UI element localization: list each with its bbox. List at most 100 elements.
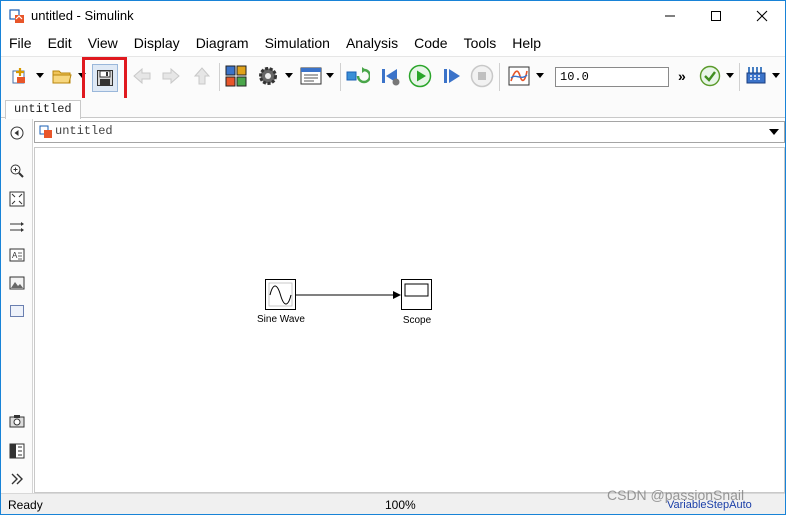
scope-block[interactable] bbox=[401, 279, 432, 310]
menu-simulation[interactable]: Simulation bbox=[257, 32, 338, 54]
signal-routing-button[interactable] bbox=[7, 217, 27, 237]
menu-analysis[interactable]: Analysis bbox=[338, 32, 406, 54]
library-browser-button[interactable] bbox=[223, 63, 249, 89]
title-bar: untitled - Simulink bbox=[1, 1, 785, 31]
scope-icon bbox=[404, 283, 429, 297]
model-canvas[interactable]: Sine Wave Scope bbox=[34, 147, 785, 493]
svg-text:A: A bbox=[12, 251, 18, 260]
menu-diagram[interactable]: Diagram bbox=[188, 32, 257, 54]
stop-time-input[interactable]: 10.0 bbox=[555, 67, 669, 87]
maximize-icon bbox=[711, 11, 721, 21]
arrow-right-icon bbox=[162, 67, 180, 85]
library-browser-icon bbox=[225, 65, 247, 87]
build-dropdown[interactable] bbox=[771, 63, 781, 89]
update-diagram-icon bbox=[346, 67, 370, 84]
step-back-button[interactable] bbox=[377, 63, 403, 89]
minimize-button[interactable] bbox=[647, 1, 693, 31]
save-highlight-box bbox=[82, 57, 127, 101]
chevron-down-icon bbox=[285, 73, 293, 78]
property-inspector-button[interactable] bbox=[7, 441, 27, 461]
property-inspector-icon bbox=[9, 443, 25, 459]
menu-edit[interactable]: Edit bbox=[40, 32, 80, 54]
model-address-bar[interactable]: untitled bbox=[34, 121, 785, 143]
screenshot-button[interactable] bbox=[7, 411, 27, 431]
new-model-dropdown[interactable] bbox=[35, 63, 45, 89]
scope-label: Scope bbox=[402, 315, 432, 326]
toolbar-separator bbox=[219, 63, 220, 91]
zoom-button[interactable] bbox=[7, 161, 27, 181]
window-title: untitled - Simulink bbox=[31, 8, 134, 23]
menu-bar: File Edit View Display Diagram Simulatio… bbox=[1, 32, 785, 54]
hide-browser-button[interactable] bbox=[7, 123, 27, 143]
simulink-app-icon bbox=[9, 9, 24, 23]
status-text: Ready bbox=[8, 498, 43, 512]
menu-display[interactable]: Display bbox=[126, 32, 188, 54]
menu-help[interactable]: Help bbox=[504, 32, 549, 54]
chevron-down-icon bbox=[772, 73, 780, 78]
toolbar-separator bbox=[739, 63, 740, 91]
sine-wave-block[interactable] bbox=[265, 279, 296, 310]
step-back-icon bbox=[382, 69, 400, 86]
data-inspector-icon bbox=[508, 66, 530, 86]
play-icon bbox=[408, 64, 432, 88]
run-button[interactable] bbox=[407, 63, 433, 89]
data-inspector-dropdown[interactable] bbox=[535, 63, 545, 89]
new-model-icon bbox=[12, 68, 25, 84]
sine-wave-label: Sine Wave bbox=[257, 314, 305, 325]
fit-to-view-icon bbox=[9, 191, 25, 207]
model-advisor-dropdown[interactable] bbox=[725, 63, 735, 89]
data-inspector-button[interactable] bbox=[506, 63, 532, 89]
up-button[interactable] bbox=[189, 63, 215, 89]
model-path: untitled bbox=[55, 124, 113, 138]
close-button[interactable] bbox=[739, 1, 785, 31]
model-tab-row: untitled bbox=[1, 98, 785, 119]
step-forward-button[interactable] bbox=[438, 63, 464, 89]
back-circle-icon bbox=[10, 126, 24, 140]
image-icon bbox=[9, 276, 25, 290]
model-advisor-button[interactable] bbox=[697, 63, 723, 89]
stop-icon bbox=[470, 64, 494, 88]
address-dropdown[interactable] bbox=[768, 125, 780, 139]
chevron-down-icon bbox=[326, 73, 334, 78]
minimize-icon bbox=[665, 15, 675, 17]
step-forward-icon bbox=[444, 69, 460, 83]
area-icon bbox=[10, 305, 24, 317]
toolbar-separator bbox=[499, 63, 500, 91]
model-explorer-icon bbox=[300, 67, 322, 85]
menu-tools[interactable]: Tools bbox=[456, 32, 505, 54]
update-diagram-button[interactable] bbox=[345, 63, 371, 89]
arrow-left-icon bbox=[133, 67, 151, 85]
open-button[interactable] bbox=[49, 63, 75, 89]
menu-code[interactable]: Code bbox=[406, 32, 455, 54]
forward-button[interactable] bbox=[158, 63, 184, 89]
toolbar-overflow-button[interactable]: » bbox=[678, 68, 686, 84]
area-button[interactable] bbox=[7, 301, 27, 321]
chevron-down-icon bbox=[536, 73, 544, 78]
double-chevron-right-icon bbox=[11, 473, 23, 485]
annotation-button[interactable]: A bbox=[7, 245, 27, 265]
chevron-down-icon bbox=[726, 73, 734, 78]
close-icon bbox=[756, 10, 768, 22]
arrow-up-icon bbox=[193, 67, 211, 85]
back-button[interactable] bbox=[129, 63, 155, 89]
expand-palette-button[interactable] bbox=[7, 469, 27, 489]
annotation-icon: A bbox=[9, 248, 25, 262]
model-settings-dropdown[interactable] bbox=[284, 63, 294, 89]
tool-palette: A bbox=[1, 119, 33, 493]
image-button[interactable] bbox=[7, 273, 27, 293]
build-button[interactable] bbox=[743, 63, 769, 89]
new-model-button[interactable] bbox=[7, 63, 33, 89]
model-explorer-dropdown[interactable] bbox=[325, 63, 335, 89]
toolbar: 10.0 » bbox=[1, 56, 785, 101]
model-settings-button[interactable] bbox=[255, 63, 281, 89]
fit-to-view-button[interactable] bbox=[7, 189, 27, 209]
zoom-level: 100% bbox=[385, 498, 416, 512]
menu-file[interactable]: File bbox=[1, 32, 40, 54]
tab-untitled[interactable]: untitled bbox=[5, 100, 81, 119]
camera-icon bbox=[9, 415, 25, 428]
model-explorer-button[interactable] bbox=[298, 63, 324, 89]
maximize-button[interactable] bbox=[693, 1, 739, 31]
menu-view[interactable]: View bbox=[80, 32, 126, 54]
signal-line[interactable] bbox=[296, 288, 402, 302]
stop-button[interactable] bbox=[469, 63, 495, 89]
